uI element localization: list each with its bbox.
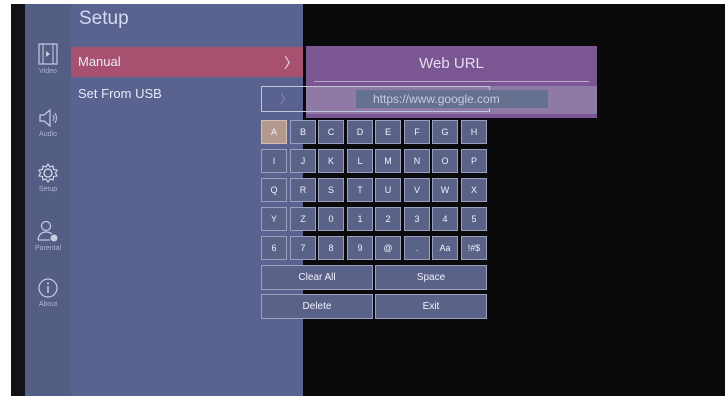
key-2[interactable]: 2	[375, 207, 401, 231]
url-input[interactable]: https://www.google.com	[356, 90, 548, 108]
left-rail	[11, 4, 25, 396]
key-3[interactable]: 3	[404, 207, 430, 231]
menu-item-label: Manual	[78, 54, 121, 69]
key-y[interactable]: Y	[261, 207, 287, 231]
video-icon	[38, 43, 58, 65]
key-u[interactable]: U	[375, 178, 401, 202]
sidebar-item-parental[interactable]: Parental	[25, 219, 71, 271]
gear-icon	[38, 163, 58, 183]
key-t[interactable]: T	[347, 178, 373, 202]
info-icon	[38, 278, 58, 298]
chevron-right-icon: 〉	[280, 92, 293, 106]
key-m[interactable]: M	[375, 149, 401, 173]
dialog-title: Web URL	[419, 55, 484, 72]
menu-item-manual[interactable]: Manual 〉	[71, 47, 303, 77]
dialog-divider	[314, 81, 589, 82]
sidebar-item-label: Parental	[34, 245, 62, 252]
key-r[interactable]: R	[290, 178, 316, 202]
key-v[interactable]: V	[404, 178, 430, 202]
sidebar-item-about[interactable]: About	[25, 277, 71, 329]
key-4[interactable]: 4	[432, 207, 458, 231]
key-b[interactable]: B	[290, 120, 316, 144]
sidebar-item-video[interactable]: Video	[25, 42, 71, 94]
key-j[interactable]: J	[290, 149, 316, 173]
key-q[interactable]: Q	[261, 178, 287, 202]
sidebar-item-audio[interactable]: Audio	[25, 107, 71, 159]
key-n[interactable]: N	[404, 149, 430, 173]
key-symbols[interactable]: !#$	[461, 236, 487, 260]
delete-button[interactable]: Delete	[261, 294, 373, 319]
sidebar-item-setup[interactable]: Setup	[25, 162, 71, 214]
exit-button[interactable]: Exit	[375, 294, 487, 319]
key-s[interactable]: S	[318, 178, 344, 202]
key-o[interactable]: O	[432, 149, 458, 173]
key-7[interactable]: 7	[290, 236, 316, 260]
key-d[interactable]: D	[347, 120, 373, 144]
speaker-icon	[39, 108, 57, 128]
key-6[interactable]: 6	[261, 236, 287, 260]
sidebar-item-label: Setup	[38, 186, 58, 193]
sidebar-item-label: Video	[39, 68, 57, 75]
space-button[interactable]: Space	[375, 265, 487, 290]
menu-item-label: Set From USB	[78, 86, 162, 101]
icon-sidebar: Video Audio Setup Parental About	[25, 4, 71, 396]
key-i[interactable]: I	[261, 149, 287, 173]
key-x[interactable]: X	[461, 178, 487, 202]
key-z[interactable]: Z	[290, 207, 316, 231]
tv-screen: Video Audio Setup Parental About Setup M…	[11, 4, 725, 396]
key-k[interactable]: K	[318, 149, 344, 173]
sidebar-item-label: About	[38, 301, 58, 308]
sidebar-item-label: Audio	[39, 131, 57, 138]
key-f[interactable]: F	[404, 120, 430, 144]
key-1[interactable]: 1	[347, 207, 373, 231]
clear-all-button[interactable]: Clear All	[261, 265, 373, 290]
key-a[interactable]: A	[261, 120, 287, 144]
key-5[interactable]: 5	[461, 207, 487, 231]
page-title: Setup	[79, 8, 129, 29]
key-c[interactable]: C	[318, 120, 344, 144]
key-g[interactable]: G	[432, 120, 458, 144]
key-8[interactable]: 8	[318, 236, 344, 260]
key-w[interactable]: W	[432, 178, 458, 202]
key-l[interactable]: L	[347, 149, 373, 173]
key-period[interactable]: .	[404, 236, 430, 260]
key-at[interactable]: @	[375, 236, 401, 260]
parental-icon	[37, 220, 58, 242]
key-case-toggle[interactable]: Aa	[432, 236, 458, 260]
key-h[interactable]: H	[461, 120, 487, 144]
key-0[interactable]: 0	[318, 207, 344, 231]
key-9[interactable]: 9	[347, 236, 373, 260]
key-p[interactable]: P	[461, 149, 487, 173]
key-e[interactable]: E	[375, 120, 401, 144]
chevron-right-icon: 〉	[284, 55, 298, 71]
